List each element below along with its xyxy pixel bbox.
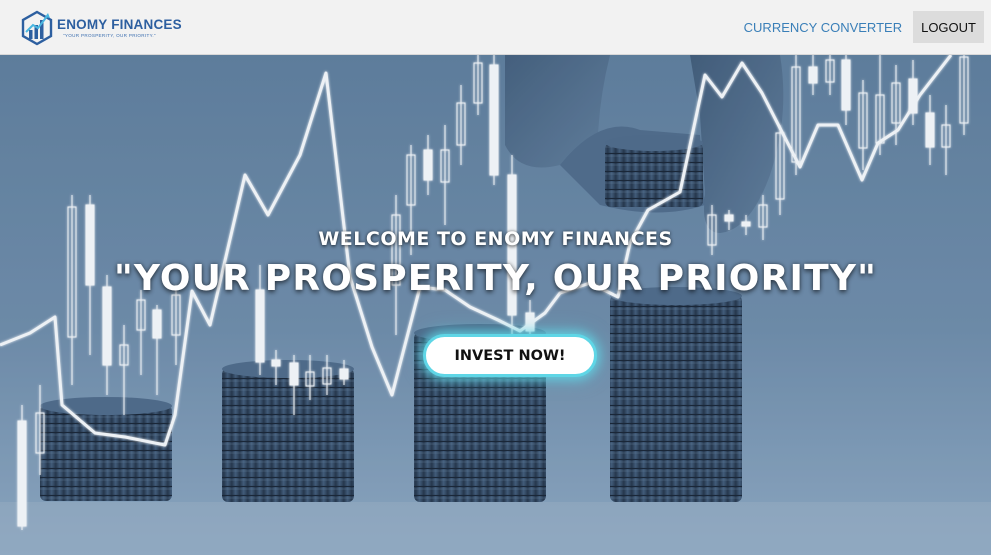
hero-tagline: "YOUR PROSPERITY, OUR PRIORITY" [113,258,878,299]
invest-now-button[interactable]: INVEST NOW! [423,334,597,377]
hero-content: WELCOME TO ENOMY FINANCES "YOUR PROSPERI… [0,55,991,555]
main-nav: CURRENCY CONVERTER LOGOUT [744,11,984,43]
brand-name: ENOMY FINANCES [57,17,182,32]
shield-bar-chart-icon [21,10,53,46]
brand-logo[interactable]: ENOMY FINANCES "YOUR PROSPERITY, OUR PRI… [20,8,182,48]
nav-currency-converter-link[interactable]: CURRENCY CONVERTER [744,20,902,35]
brand-tagline: "YOUR PROSPERITY, OUR PRIORITY." [63,33,156,38]
hero-section: WELCOME TO ENOMY FINANCES "YOUR PROSPERI… [0,55,991,555]
hero-welcome-heading: WELCOME TO ENOMY FINANCES [318,228,673,250]
top-navbar: ENOMY FINANCES "YOUR PROSPERITY, OUR PRI… [0,0,991,55]
logout-button[interactable]: LOGOUT [913,11,984,43]
